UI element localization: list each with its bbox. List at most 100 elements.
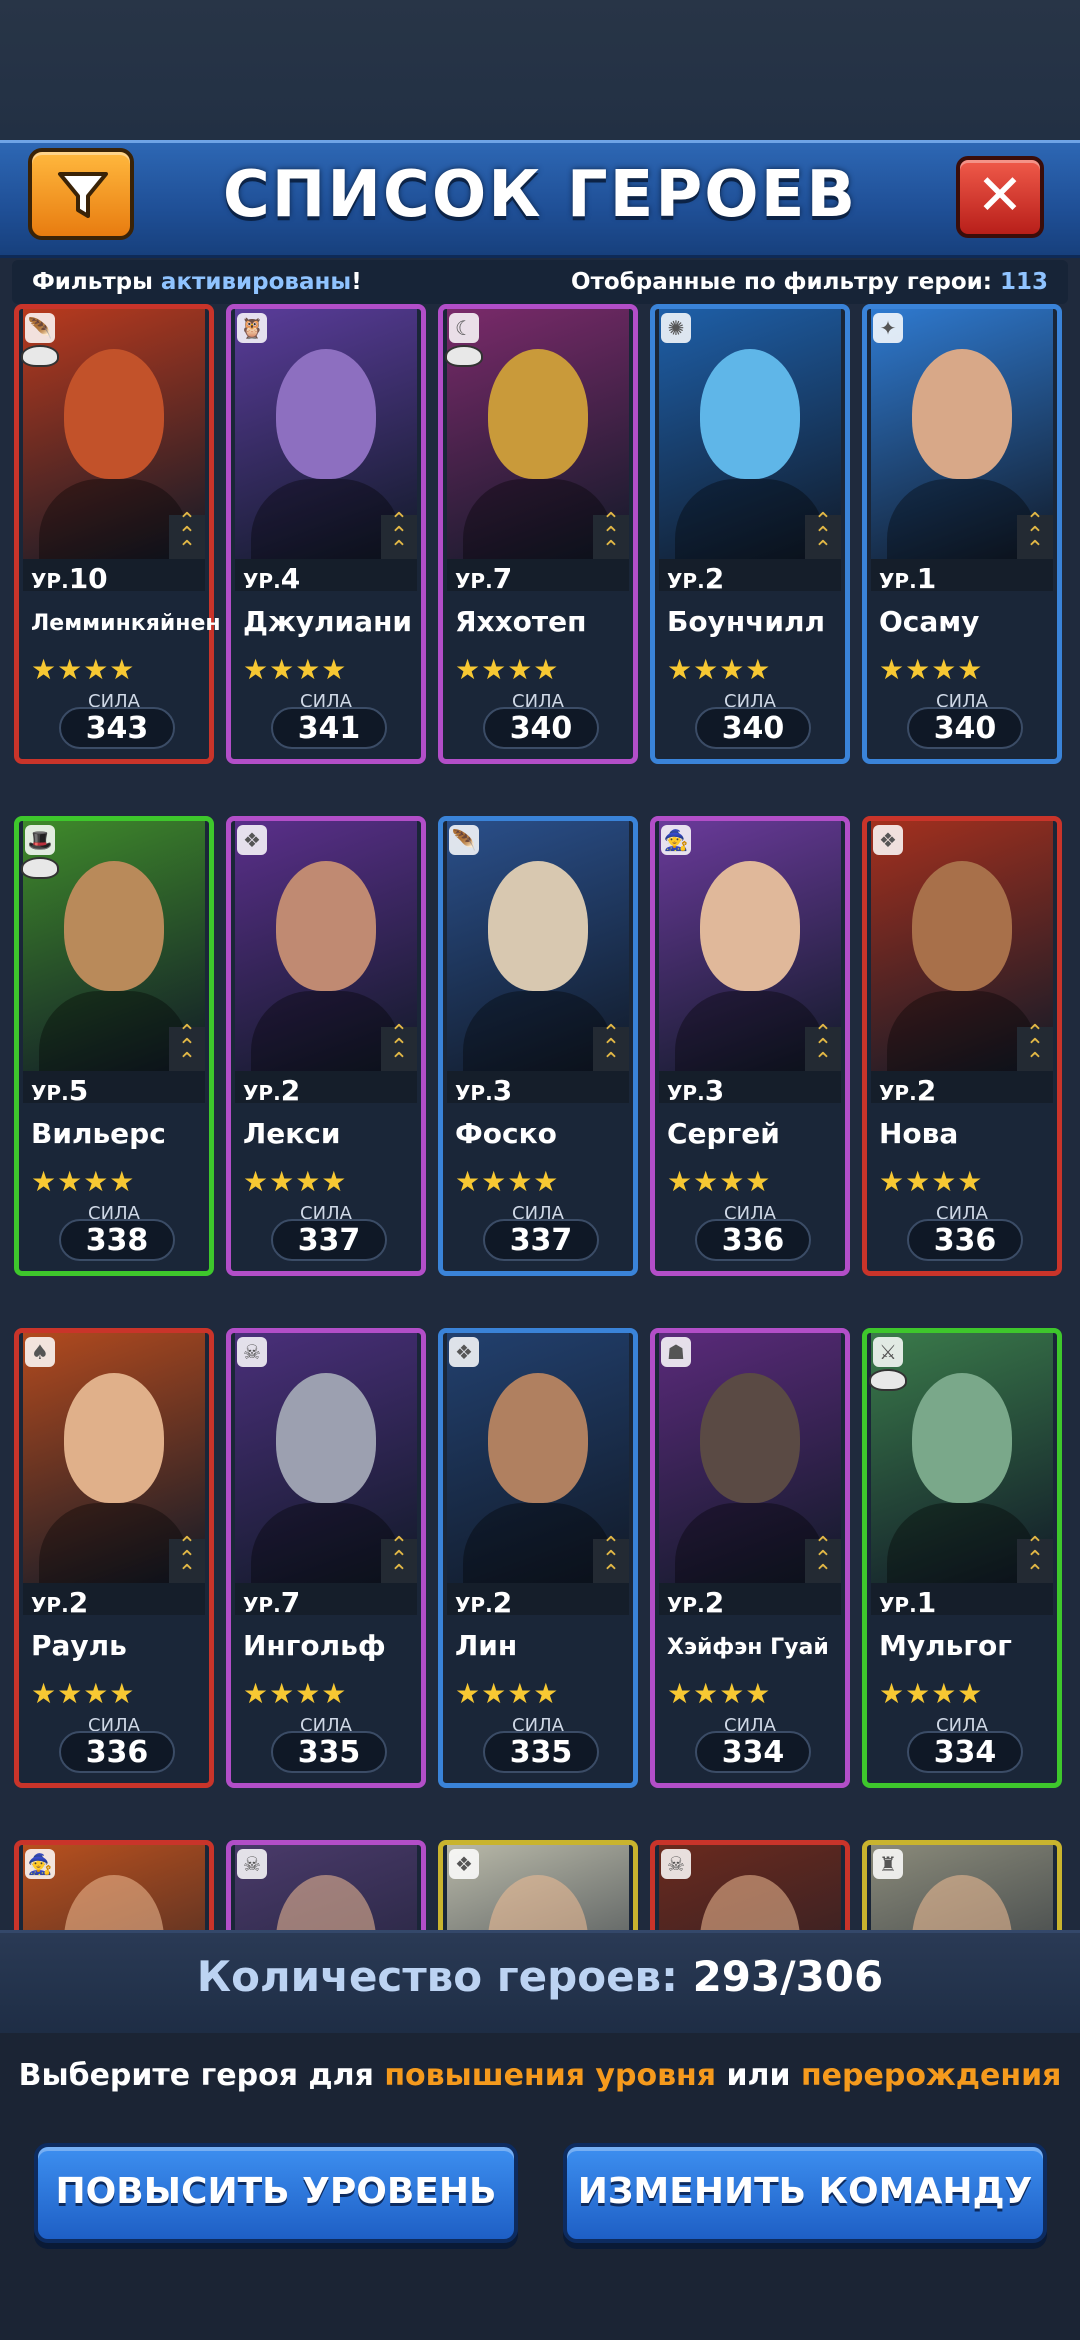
- hint-level-up: повышения уровня: [384, 2058, 717, 2093]
- level-value: 1: [916, 562, 937, 595]
- hero-class-icon: ☠: [237, 1337, 267, 1367]
- hero-card[interactable]: ❖ ⌃ ⌃ ⌃ УР.2 Нова ★★★★ СИЛА 336: [862, 816, 1062, 1276]
- chevron-up-icon: ⌃: [177, 537, 197, 562]
- portrait-body: [675, 1503, 825, 1583]
- level-value: 5: [68, 1074, 89, 1107]
- hero-class-icon: ✺: [661, 313, 691, 343]
- hero-card[interactable]: ☠ ⌃ ⌃ ⌃ УР.7 Ингольф ★★★★ СИЛА 335: [226, 1328, 426, 1788]
- hero-card-partial[interactable]: ♜: [862, 1840, 1062, 1930]
- portrait-body: [463, 479, 613, 559]
- hero-class-icon: ☠: [237, 1849, 267, 1879]
- top-background: [0, 0, 1080, 140]
- hero-card[interactable]: ☾ ⌃ ⌃ ⌃ УР.7 Яххотеп ★★★★ СИЛА 340: [438, 304, 638, 764]
- hero-card[interactable]: ✺ ⌃ ⌃ ⌃ УР.2 Боунчилл ★★★★ СИЛА 340: [650, 304, 850, 764]
- hero-name: Ингольф: [243, 1629, 386, 1662]
- hero-name: Хэйфэн Гуай: [667, 1635, 829, 1660]
- filter-status-prefix: Фильтры: [32, 269, 161, 295]
- portrait-face: [912, 1373, 1012, 1503]
- hero-stars: ★★★★: [455, 653, 560, 686]
- portrait-face: [488, 349, 588, 479]
- hero-card[interactable]: 🧙 ⌃ ⌃ ⌃ УР.3 Сергей ★★★★ СИЛА 336: [650, 816, 850, 1276]
- hero-level: УР.1: [879, 562, 936, 595]
- chevron-up-icon: ⌃: [813, 1561, 833, 1586]
- hero-level: УР.1: [879, 1586, 936, 1619]
- hero-card[interactable]: ♠ ⌃ ⌃ ⌃ УР.2 Рауль ★★★★ СИЛА 336: [14, 1328, 214, 1788]
- filter-button[interactable]: [28, 148, 134, 240]
- hero-stars: ★★★★: [31, 653, 136, 686]
- hero-card-partial[interactable]: 🧙: [14, 1840, 214, 1930]
- chevron-up-icon: ⌃: [601, 1049, 621, 1074]
- change-team-button[interactable]: ИЗМЕНИТЬ КОМАНДУ: [563, 2143, 1047, 2243]
- portrait-body: [887, 1503, 1037, 1583]
- portrait-face: [488, 1875, 588, 1930]
- portrait-body: [887, 991, 1037, 1071]
- level-prefix: УР.: [455, 1593, 493, 1617]
- hero-level: УР.2: [455, 1586, 512, 1619]
- level-value: 7: [492, 562, 513, 595]
- hero-stars: ★★★★: [455, 1677, 560, 1710]
- level-prefix: УР.: [243, 1593, 281, 1617]
- hero-name: Рауль: [31, 1629, 127, 1662]
- portrait-face: [276, 1875, 376, 1930]
- hero-class-icon: ☠: [661, 1849, 691, 1879]
- hero-card-partial[interactable]: ❖: [438, 1840, 638, 1930]
- hero-card[interactable]: 🪶 ⌃ ⌃ ⌃ УР.3 Фоско ★★★★ СИЛА 337: [438, 816, 638, 1276]
- portrait-face: [912, 861, 1012, 991]
- chevron-up-icon: ⌃: [389, 537, 409, 562]
- mask-icon: [21, 345, 59, 367]
- hero-power: 340: [907, 707, 1023, 749]
- filter-status-highlight: активированы: [160, 269, 352, 295]
- hero-card[interactable]: 🎩 ⌃ ⌃ ⌃ УР.5 Вильерс ★★★★ СИЛА 338: [14, 816, 214, 1276]
- hint-text-1: Выберите героя для: [18, 2058, 385, 2093]
- level-up-button[interactable]: ПОВЫСИТЬ УРОВЕНЬ: [34, 2143, 518, 2243]
- portrait-face: [64, 861, 164, 991]
- hero-card[interactable]: ✦ ⌃ ⌃ ⌃ УР.1 Осаму ★★★★ СИЛА 340: [862, 304, 1062, 764]
- hero-class-icon: ❖: [873, 825, 903, 855]
- instruction-text: Выберите героя для повышения уровня или …: [0, 2058, 1080, 2093]
- hero-name: Вильерс: [31, 1117, 166, 1150]
- portrait-body: [675, 991, 825, 1071]
- filter-status-suffix: !: [351, 269, 362, 295]
- hint-text-2: или: [716, 2058, 801, 2093]
- level-prefix: УР.: [667, 1081, 705, 1105]
- chevron-up-icon: ⌃: [389, 1049, 409, 1074]
- hero-card[interactable]: ⚔ ⌃ ⌃ ⌃ УР.1 Мульгог ★★★★ СИЛА 334: [862, 1328, 1062, 1788]
- hero-class-icon: 🎩: [25, 825, 55, 855]
- filter-status-bar: Фильтры активированы! Отобранные по филь…: [12, 260, 1068, 304]
- level-prefix: УР.: [31, 569, 69, 593]
- level-value: 7: [280, 1586, 301, 1619]
- level-prefix: УР.: [31, 1593, 69, 1617]
- hero-card[interactable]: ❖ ⌃ ⌃ ⌃ УР.2 Лекси ★★★★ СИЛА 337: [226, 816, 426, 1276]
- hero-stars: ★★★★: [879, 653, 984, 686]
- portrait-body: [251, 991, 401, 1071]
- hero-card-partial[interactable]: ☠: [650, 1840, 850, 1930]
- chevron-up-icon: ⌃: [1025, 1561, 1045, 1586]
- level-value: 2: [704, 562, 725, 595]
- hero-level: УР.7: [243, 1586, 300, 1619]
- close-button[interactable]: ✕: [956, 156, 1044, 238]
- filtered-count: Отобранные по фильтру герои: 113: [571, 260, 1048, 304]
- portrait-face: [700, 861, 800, 991]
- hero-level: УР.5: [31, 1074, 88, 1107]
- hero-power: 336: [695, 1219, 811, 1261]
- hero-card[interactable]: ❖ ⌃ ⌃ ⌃ УР.2 Лин ★★★★ СИЛА 335: [438, 1328, 638, 1788]
- hero-power: 335: [271, 1731, 387, 1773]
- hero-card[interactable]: 🪶 ⌃ ⌃ ⌃ УР.10 Лемминкяйнен ★★★★ СИЛА 343: [14, 304, 221, 764]
- hero-card[interactable]: 🦉 ⌃ ⌃ ⌃ УР.4 Джулиани ★★★★ СИЛА 341: [226, 304, 426, 764]
- hero-card[interactable]: ☗ ⌃ ⌃ ⌃ УР.2 Хэйфэн Гуай ★★★★ СИЛА 334: [650, 1328, 850, 1788]
- hero-power: 334: [695, 1731, 811, 1773]
- hero-stars: ★★★★: [243, 1677, 348, 1710]
- hero-stars: ★★★★: [667, 1677, 772, 1710]
- level-prefix: УР.: [879, 1081, 917, 1105]
- hero-class-icon: ☗: [661, 1337, 691, 1367]
- portrait-face: [64, 1875, 164, 1930]
- portrait-face: [700, 1373, 800, 1503]
- hero-class-icon: 🪶: [449, 825, 479, 855]
- hero-card-partial[interactable]: ☠: [226, 1840, 426, 1930]
- hero-stars: ★★★★: [243, 1165, 348, 1198]
- hero-class-icon: ♠: [25, 1337, 55, 1367]
- close-icon: ✕: [976, 163, 1024, 228]
- hero-power: 336: [59, 1731, 175, 1773]
- hero-name: Яххотеп: [455, 605, 587, 638]
- hero-class-icon: 🧙: [25, 1849, 55, 1879]
